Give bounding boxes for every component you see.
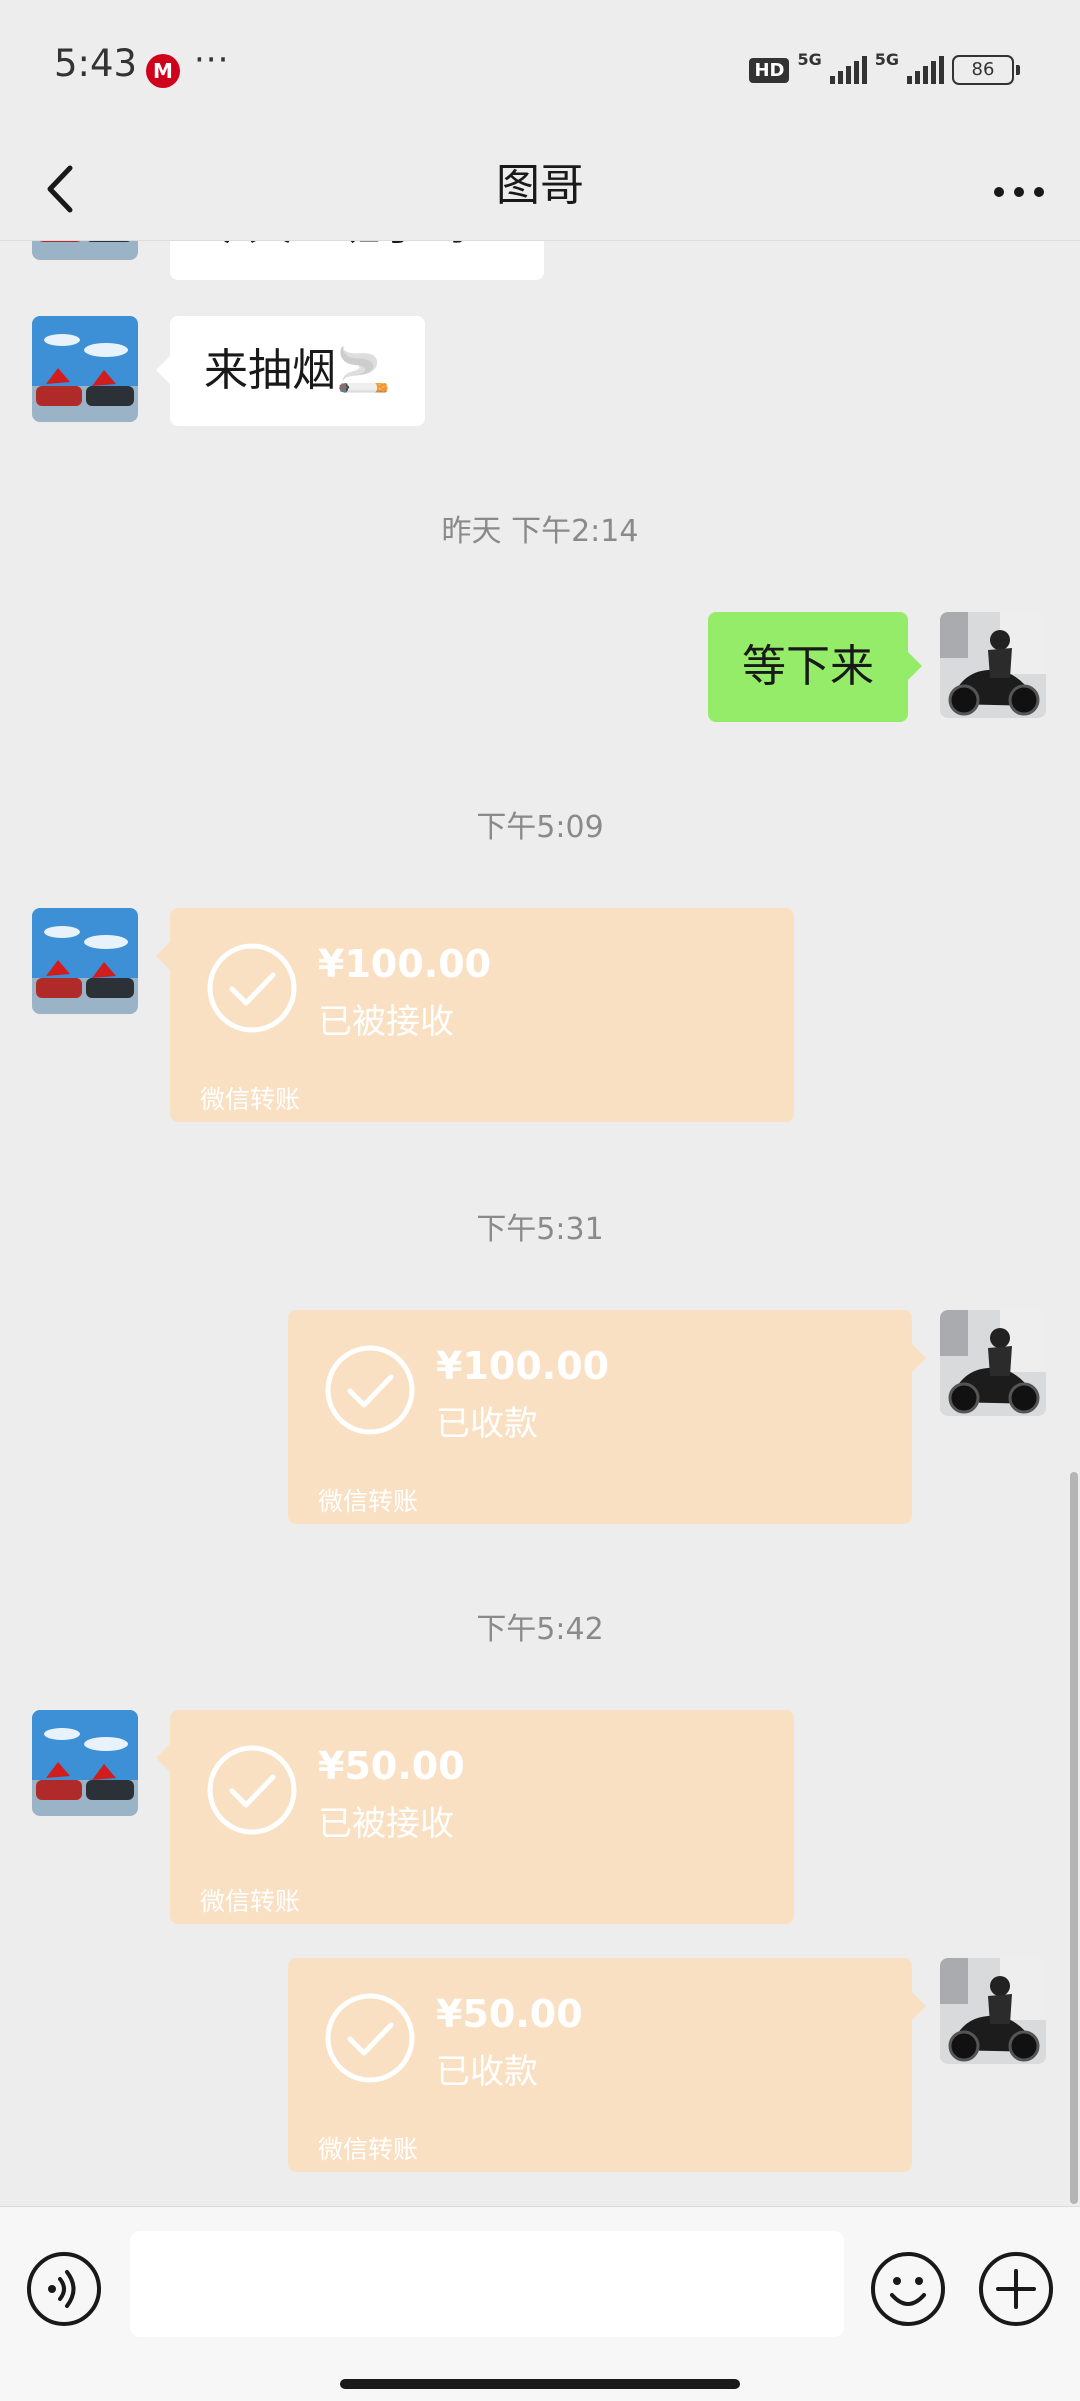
signal-icon	[829, 56, 867, 84]
emoji-button[interactable]	[870, 2251, 946, 2327]
transfer-label: 微信转账	[318, 2135, 419, 2164]
message-timestamp: 下午5:09	[476, 810, 604, 845]
check-circle-icon	[207, 943, 297, 1033]
voice-icon	[27, 2252, 101, 2326]
check-circle-icon	[325, 1345, 415, 1435]
more-button[interactable]	[986, 156, 1052, 222]
voice-button[interactable]	[26, 2251, 102, 2327]
message-input[interactable]	[130, 2231, 844, 2337]
transfer-card[interactable]: ¥100.00 已被接收 微信转账	[156, 908, 794, 1122]
transfer-card[interactable]: ¥50.00 已被接收 微信转账	[156, 1710, 794, 1924]
status-time: 5:43	[54, 42, 138, 85]
chat-header: 图哥	[0, 138, 1080, 241]
check-circle-icon	[325, 1993, 415, 2083]
battery-icon: 86	[952, 55, 1020, 85]
contact-avatar[interactable]	[32, 908, 138, 1014]
message-bubble[interactable]: 等下来	[708, 612, 922, 722]
transfer-label: 微信转账	[200, 1085, 301, 1114]
transfer-status: 已收款	[436, 1404, 538, 1444]
plus-button[interactable]	[978, 2251, 1054, 2327]
contact-avatar[interactable]	[32, 240, 138, 260]
transfer-amount: ¥100.00	[318, 942, 492, 986]
transfer-label: 微信转账	[200, 1887, 301, 1916]
status-indicators: HD 5G 5G 86	[749, 50, 1020, 88]
home-indicator[interactable]	[340, 2379, 740, 2389]
my-avatar[interactable]	[940, 1958, 1046, 2064]
my-avatar[interactable]	[940, 1310, 1046, 1416]
transfer-amount: ¥50.00	[318, 1744, 465, 1788]
chat-title: 图哥	[496, 160, 584, 211]
hd-badge: HD	[749, 57, 790, 83]
transfer-label: 微信转账	[318, 1487, 419, 1516]
emoji-icon	[871, 2252, 945, 2326]
transfer-amount: ¥100.00	[436, 1344, 610, 1388]
chat-scrollbar[interactable]	[1070, 1472, 1078, 2204]
message-timestamp: 昨天 下午2:14	[441, 514, 639, 549]
plus-icon	[979, 2252, 1053, 2326]
check-circle-icon	[207, 1745, 297, 1835]
network-label-2: 5G	[874, 50, 899, 69]
status-bar: 5:43 M ··· HD 5G 5G 86	[0, 0, 1080, 138]
message-bubble[interactable]: 今天上班了吗	[170, 240, 544, 280]
message-timestamp: 下午5:42	[476, 1612, 604, 1647]
transfer-card[interactable]: ¥50.00 已收款 微信转账	[288, 1958, 926, 2172]
network-label-1: 5G	[797, 50, 822, 69]
transfer-status: 已被接收	[318, 1804, 454, 1844]
transfer-amount: ¥50.00	[436, 1992, 583, 2036]
transfer-status: 已收款	[436, 2052, 538, 2092]
chat-messages[interactable]: 今天上班了吗 来抽烟🚬 昨天 下午2:14 等下来 下午5:09 ¥100.00…	[0, 240, 1080, 2206]
message-bubble[interactable]: 来抽烟🚬	[156, 316, 425, 426]
message-timestamp: 下午5:31	[476, 1212, 604, 1247]
bank-app-icon: M	[146, 54, 180, 88]
status-more-icon: ···	[194, 40, 230, 80]
signal-icon	[907, 56, 944, 84]
contact-avatar[interactable]	[32, 316, 138, 422]
ellipsis-icon	[994, 187, 1044, 197]
message-input-bar	[0, 2206, 1080, 2401]
transfer-card[interactable]: ¥100.00 已收款 微信转账	[288, 1310, 926, 1524]
transfer-status: 已被接收	[318, 1002, 454, 1042]
my-avatar[interactable]	[940, 612, 1046, 718]
contact-avatar[interactable]	[32, 1710, 138, 1816]
